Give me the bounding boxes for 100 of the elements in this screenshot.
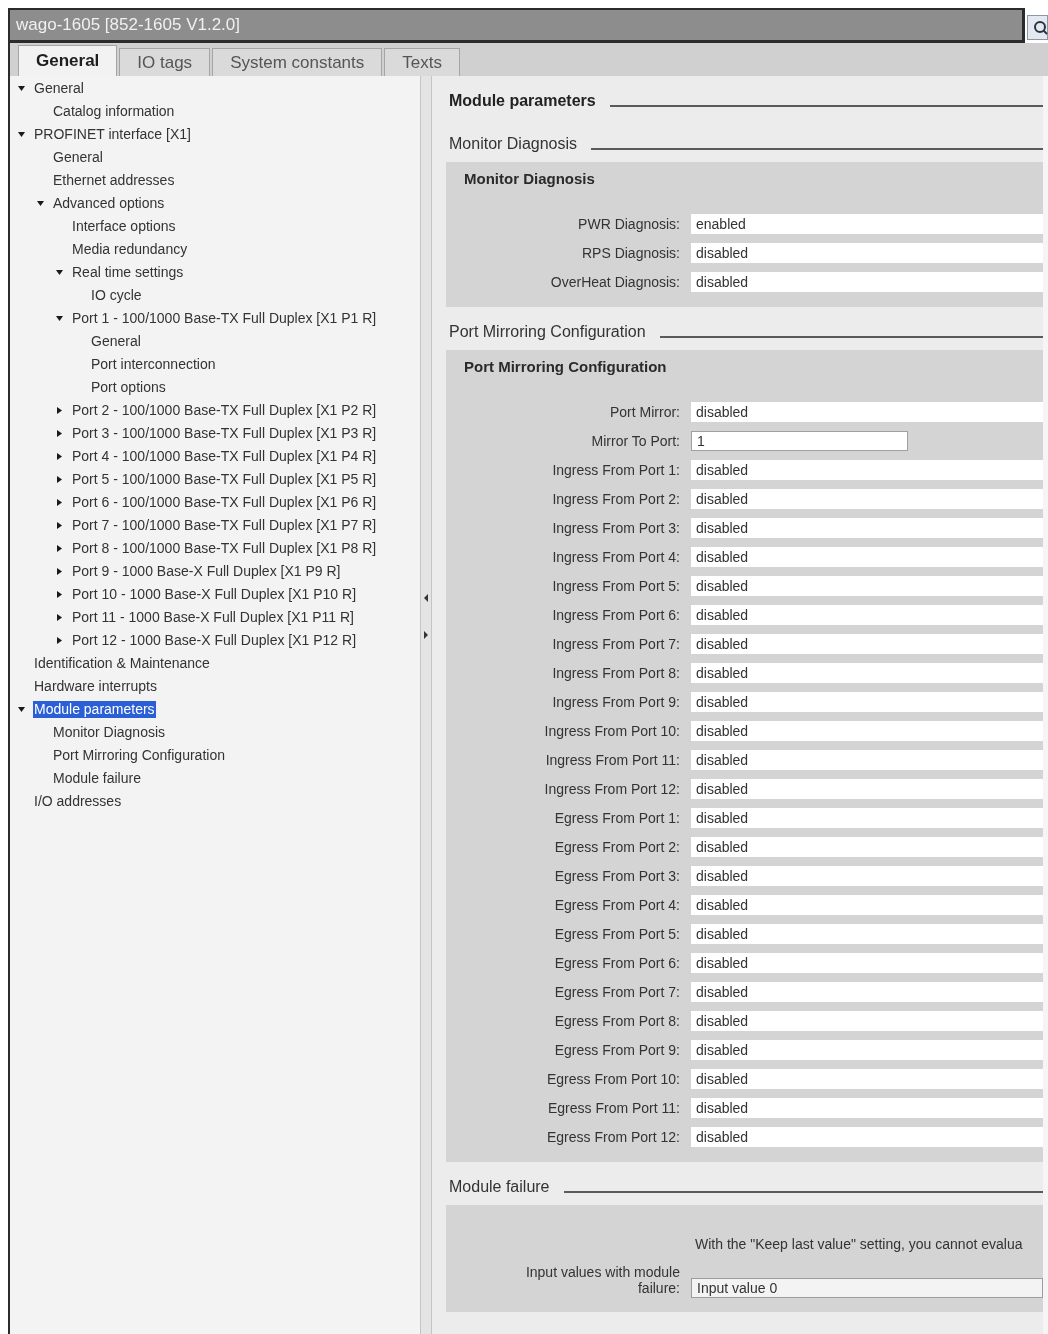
tree-item[interactable]: Module failure xyxy=(52,770,142,787)
dropdown-field[interactable]: disabled xyxy=(691,779,1043,799)
tree-item[interactable]: Real time settings xyxy=(71,264,185,281)
caret-down-icon[interactable] xyxy=(18,706,25,713)
caret-down-icon[interactable] xyxy=(37,200,44,207)
field-label: Egress From Port 3: xyxy=(554,868,680,886)
field-label: Egress From Port 1: xyxy=(554,810,680,828)
tree-item[interactable]: I/O addresses xyxy=(33,793,123,810)
caret-down-icon[interactable] xyxy=(18,131,25,138)
dropdown-field[interactable]: disabled xyxy=(691,721,1043,741)
dropdown-field[interactable]: disabled xyxy=(691,1069,1043,1089)
caret-right-icon[interactable] xyxy=(56,499,63,506)
caret-right-icon[interactable] xyxy=(56,545,63,552)
field-label: Input values with module failure: xyxy=(524,1264,680,1298)
caret-right-icon[interactable] xyxy=(56,591,63,598)
dropdown-field[interactable]: disabled xyxy=(691,1011,1043,1031)
splitter-arrow-icon[interactable] xyxy=(424,594,428,602)
number-input[interactable]: 1 xyxy=(691,431,908,451)
field-label: Ingress From Port 10: xyxy=(544,723,680,741)
field-label: Egress From Port 7: xyxy=(554,984,680,1002)
tree-item[interactable]: Port 3 - 100/1000 Base-TX Full Duplex [X1 P3 R] xyxy=(71,425,378,442)
dropdown-field[interactable]: disabled xyxy=(691,547,1043,567)
dropdown-field[interactable]: disabled xyxy=(691,605,1043,625)
tree-item[interactable]: Port 10 - 1000 Base-X Full Duplex [X1 P10 R] xyxy=(71,586,358,603)
section-heading: Monitor Diagnosis xyxy=(449,135,578,153)
tree-item[interactable]: Interface options xyxy=(71,218,177,235)
dropdown-field[interactable]: disabled xyxy=(691,1098,1043,1118)
tree-item[interactable]: Port 11 - 1000 Base-X Full Duplex [X1 P11 R] xyxy=(71,609,355,626)
field-label: Port Mirror: xyxy=(610,404,680,422)
tree-item[interactable]: Port 4 - 100/1000 Base-TX Full Duplex [X1 P4 R] xyxy=(71,448,378,465)
caret-right-icon[interactable] xyxy=(56,407,63,414)
tree-item[interactable]: Advanced options xyxy=(52,195,166,212)
dropdown-field[interactable]: disabled xyxy=(691,837,1043,857)
dropdown-field[interactable]: disabled xyxy=(691,866,1043,886)
tab[interactable]: Texts xyxy=(384,48,460,76)
tree-item[interactable]: Module parameters xyxy=(33,701,156,718)
dropdown-field[interactable]: disabled xyxy=(691,924,1043,944)
dropdown-field[interactable]: disabled xyxy=(691,634,1043,654)
tree-item[interactable]: Port 9 - 1000 Base-X Full Duplex [X1 P9 R] xyxy=(71,563,342,580)
tree-item[interactable]: Ethernet addresses xyxy=(52,172,176,189)
dropdown-field[interactable]: disabled xyxy=(691,1127,1043,1147)
dropdown-field[interactable]: disabled xyxy=(691,663,1043,683)
caret-down-icon[interactable] xyxy=(56,315,63,322)
field-label: PWR Diagnosis: xyxy=(578,216,680,234)
tree-item[interactable]: General xyxy=(90,333,142,350)
dropdown-field[interactable]: disabled xyxy=(691,460,1043,480)
dropdown-field[interactable]: disabled xyxy=(691,576,1043,596)
tree-item[interactable]: Port interconnection xyxy=(90,356,217,373)
tree-item[interactable]: PROFINET interface [X1] xyxy=(33,126,192,143)
dropdown-field[interactable]: disabled xyxy=(691,243,1043,263)
tree-item[interactable]: Identification & Maintenance xyxy=(33,655,211,672)
tree-item[interactable]: Monitor Diagnosis xyxy=(52,724,167,741)
field-label: Egress From Port 4: xyxy=(554,897,680,915)
splitter-arrow-icon[interactable] xyxy=(424,631,428,639)
tree-item[interactable]: Port 1 - 100/1000 Base-TX Full Duplex [X1 P1 R] xyxy=(71,310,378,327)
tree-item[interactable]: General xyxy=(52,149,104,166)
section-heading: Module failure xyxy=(449,1178,550,1196)
caret-down-icon[interactable] xyxy=(18,85,25,92)
tree-item[interactable]: Port 8 - 100/1000 Base-TX Full Duplex [X1 P8 R] xyxy=(71,540,378,557)
dropdown-field[interactable]: disabled xyxy=(691,272,1043,292)
caret-down-icon[interactable] xyxy=(56,269,63,276)
caret-right-icon[interactable] xyxy=(56,476,63,483)
tree-item[interactable]: Port 12 - 1000 Base-X Full Duplex [X1 P12 R] xyxy=(71,632,358,649)
tab[interactable]: System constants xyxy=(212,48,383,76)
caret-right-icon[interactable] xyxy=(56,453,63,460)
dropdown-field[interactable]: disabled xyxy=(691,982,1043,1002)
dropdown-field[interactable]: disabled xyxy=(691,953,1043,973)
dropdown-field[interactable]: enabled xyxy=(691,214,1043,234)
dropdown-field[interactable]: Input value 0 xyxy=(691,1278,1043,1298)
dropdown-field[interactable]: disabled xyxy=(691,692,1043,712)
dropdown-field[interactable]: disabled xyxy=(691,750,1043,770)
caret-right-icon[interactable] xyxy=(56,568,63,575)
caret-right-icon[interactable] xyxy=(56,430,63,437)
tree-item[interactable]: IO cycle xyxy=(90,287,143,304)
tree-item[interactable]: Media redundancy xyxy=(71,241,189,258)
tree-item[interactable]: Port 2 - 100/1000 Base-TX Full Duplex [X1 P2 R] xyxy=(71,402,378,419)
tree-item[interactable]: Port 7 - 100/1000 Base-TX Full Duplex [X1 P7 R] xyxy=(71,517,378,534)
tree-item[interactable]: Hardware interrupts xyxy=(33,678,158,695)
tab[interactable]: General xyxy=(18,45,118,76)
field-label: Ingress From Port 2: xyxy=(552,491,680,509)
search-icon[interactable] xyxy=(1027,15,1048,40)
tree-item[interactable]: Port 6 - 100/1000 Base-TX Full Duplex [X1 P6 R] xyxy=(71,494,378,511)
tab[interactable]: IO tags xyxy=(119,48,211,76)
dropdown-field[interactable]: disabled xyxy=(691,489,1043,509)
caret-right-icon[interactable] xyxy=(56,522,63,529)
tree-item[interactable]: Port Mirroring Configuration xyxy=(52,747,226,764)
field-label: Ingress From Port 1: xyxy=(552,462,680,480)
field-label: Egress From Port 11: xyxy=(548,1100,680,1118)
tree-item[interactable]: Catalog information xyxy=(52,103,176,120)
dropdown-field[interactable]: disabled xyxy=(691,402,1043,422)
field-label: Ingress From Port 6: xyxy=(552,607,680,625)
caret-right-icon[interactable] xyxy=(56,637,63,644)
dropdown-field[interactable]: disabled xyxy=(691,895,1043,915)
tree-item[interactable]: Port 5 - 100/1000 Base-TX Full Duplex [X1 P5 R] xyxy=(71,471,378,488)
dropdown-field[interactable]: disabled xyxy=(691,1040,1043,1060)
tree-item[interactable]: General xyxy=(33,80,85,97)
caret-right-icon[interactable] xyxy=(56,614,63,621)
dropdown-field[interactable]: disabled xyxy=(691,518,1043,538)
tree-item[interactable]: Port options xyxy=(90,379,167,396)
dropdown-field[interactable]: disabled xyxy=(691,808,1043,828)
